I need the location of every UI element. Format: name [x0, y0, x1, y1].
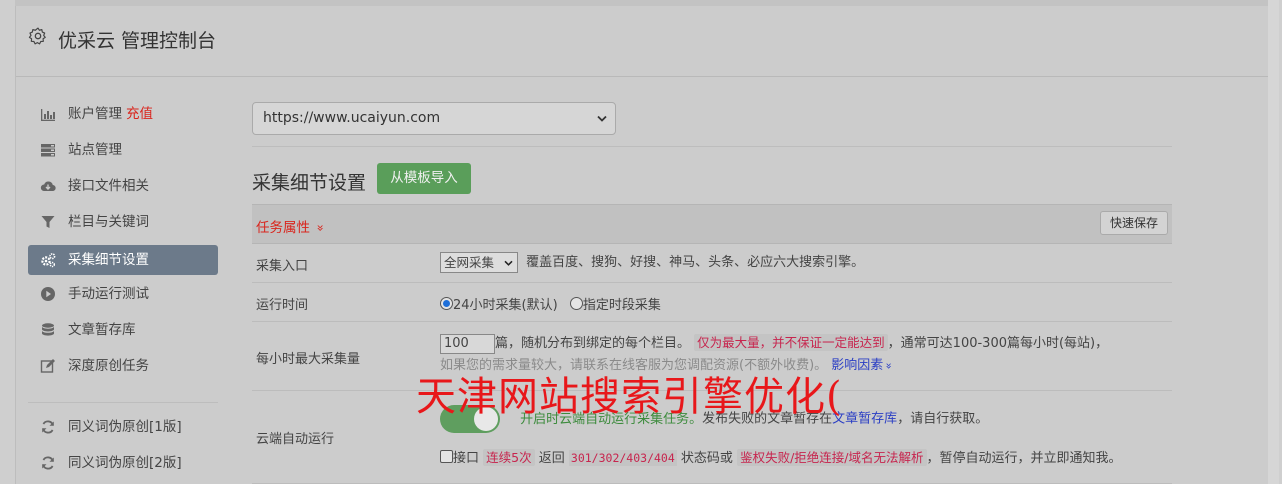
- cloud-download-icon: [40, 181, 56, 192]
- sidebar-item-manual-run[interactable]: 手动运行测试: [28, 278, 218, 314]
- sidebar-item-label: 采集细节设置: [68, 252, 149, 268]
- chevron-down-icon: »: [882, 362, 896, 370]
- watermark-text: 天津网站搜索引擎优化(: [416, 374, 843, 420]
- radio-scheduled[interactable]: [569, 297, 583, 310]
- gear-icon: [28, 27, 46, 45]
- status-codes: 301/302/403/404: [568, 450, 677, 466]
- task-attr-toggle[interactable]: 任务属性 »: [256, 216, 328, 236]
- site-select-value: https://www.ucaiyun.com: [263, 110, 441, 126]
- recharge-link[interactable]: 充值: [126, 106, 153, 122]
- sidebar-item-article-store[interactable]: 文章暂存库: [28, 314, 218, 350]
- cloud-text-b: ，请自行获取。: [897, 411, 989, 427]
- sidebar-item-label: 同义词伪原创[1版]: [68, 419, 182, 435]
- scrollbar[interactable]: [1268, 0, 1279, 484]
- row-run-time: 运行时间 24小时采集(默认) 指定时段采集: [252, 283, 1172, 322]
- database-icon: [42, 323, 54, 336]
- radio-24h-label: 24小时采集(默认): [453, 298, 558, 313]
- radio-scheduled-label: 指定时段采集: [582, 298, 661, 313]
- max-text-2: ，通常可达100-300篇每小时(每站)，: [887, 336, 1109, 351]
- sidebar-item-columns-keywords[interactable]: 栏目与关键词: [28, 206, 218, 242]
- sidebar-divider: [28, 386, 218, 403]
- max-warning: 仅为最大量，并不保证一定能达到: [694, 334, 888, 351]
- row-content: 全网采集 覆盖百度、搜狗、好搜、神马、头条、必应六大搜索引擎。: [440, 251, 864, 273]
- section-title: 采集细节设置: [252, 172, 367, 194]
- page-header: 优采云 管理控制台: [16, 6, 1269, 77]
- cogs-icon: [41, 253, 56, 268]
- row-label: 运行时间: [256, 298, 309, 313]
- chevron-down-icon: »: [313, 224, 328, 232]
- row-label: 云端自动运行: [256, 432, 335, 447]
- chevron-down-icon: [597, 115, 607, 122]
- pause-checkbox-label: 接口: [453, 451, 480, 466]
- radio-24h[interactable]: [440, 297, 453, 310]
- entry-desc: 覆盖百度、搜狗、好搜、神马、头条、必应六大搜索引擎。: [526, 255, 865, 270]
- site-select[interactable]: https://www.ucaiyun.com: [252, 102, 616, 135]
- sidebar-item-label: 文章暂存库: [68, 322, 136, 338]
- sidebar-item-interface-files[interactable]: 接口文件相关: [28, 170, 218, 206]
- quick-save-button[interactable]: 快速保存: [1100, 211, 1168, 235]
- server-icon: [41, 144, 55, 157]
- entry-select[interactable]: 全网采集: [440, 252, 518, 273]
- sidebar-item-collection-settings[interactable]: 采集细节设置: [28, 245, 218, 275]
- task-attr-label: 任务属性: [256, 220, 310, 236]
- table-header: 任务属性 » 快速保存: [252, 204, 1172, 244]
- edit-icon: [40, 359, 55, 373]
- bar-chart-icon: [41, 109, 55, 121]
- page-title: 优采云 管理控制台: [58, 30, 217, 52]
- sidebar-item-label: 深度原创任务: [68, 358, 149, 374]
- cloud-text-d: 状态码或: [680, 451, 733, 466]
- sidebar-item-synonym-v1[interactable]: 同义词伪原创[1版]: [28, 411, 218, 447]
- divider: [252, 146, 1172, 147]
- row-entry: 采集入口 全网采集 覆盖百度、搜狗、好搜、神马、头条、必应六大搜索引擎。: [252, 244, 1172, 283]
- entry-select-value: 全网采集: [444, 255, 495, 270]
- sidebar-item-label: 站点管理: [68, 142, 122, 158]
- settings-table: 任务属性 » 快速保存 采集入口 全网采集 覆盖百度、搜狗、好搜、神马、头条、必…: [252, 204, 1172, 484]
- import-template-button[interactable]: 从模板导入: [377, 163, 471, 194]
- sidebar-item-label: 账户管理: [68, 106, 122, 122]
- fail-count-tag: 连续5次: [483, 449, 535, 466]
- pause-checkbox[interactable]: [440, 450, 453, 463]
- auth-fail-tag: 鉴权失败/拒绝连接/域名无法解析: [737, 449, 927, 466]
- max-text-1: 篇，随机分布到绑定的每个栏目。: [495, 336, 691, 351]
- max-per-hour-input[interactable]: 100: [440, 333, 495, 354]
- sidebar-item-account[interactable]: 账户管理 充值: [28, 98, 218, 134]
- row-label: 每小时最大采集量: [256, 352, 361, 367]
- sidebar-item-label: 接口文件相关: [68, 178, 149, 194]
- refresh-icon: [42, 456, 54, 470]
- sidebar-item-synonym-v2[interactable]: 同义词伪原创[2版]: [28, 447, 218, 483]
- sidebar-item-label: 同义词伪原创[2版]: [68, 455, 182, 471]
- sidebar-item-label: 栏目与关键词: [68, 214, 149, 230]
- row-label: 采集入口: [256, 259, 309, 274]
- filter-icon: [41, 216, 55, 228]
- sidebar-item-sites[interactable]: 站点管理: [28, 134, 218, 170]
- play-circle-icon: [41, 287, 55, 301]
- row-content: 24小时采集(默认) 指定时段采集: [440, 294, 661, 313]
- sidebar: 账户管理 充值 站点管理 接口文件相关 栏目与关键词 采集细节设置 手动运行测试…: [28, 98, 218, 483]
- cloud-line-2: 接口 连续5次 返回 301/302/403/404 状态码或 鉴权失败/拒绝连…: [440, 447, 1170, 466]
- cloud-text-e: ，暂停自动运行，并立即通知我。: [926, 451, 1122, 466]
- sidebar-item-deep-original[interactable]: 深度原创任务: [28, 350, 218, 386]
- sidebar-item-label: 手动运行测试: [68, 286, 149, 302]
- cloud-text-c: 返回: [538, 451, 565, 466]
- refresh-icon: [42, 420, 54, 434]
- chevron-down-icon: [504, 260, 513, 266]
